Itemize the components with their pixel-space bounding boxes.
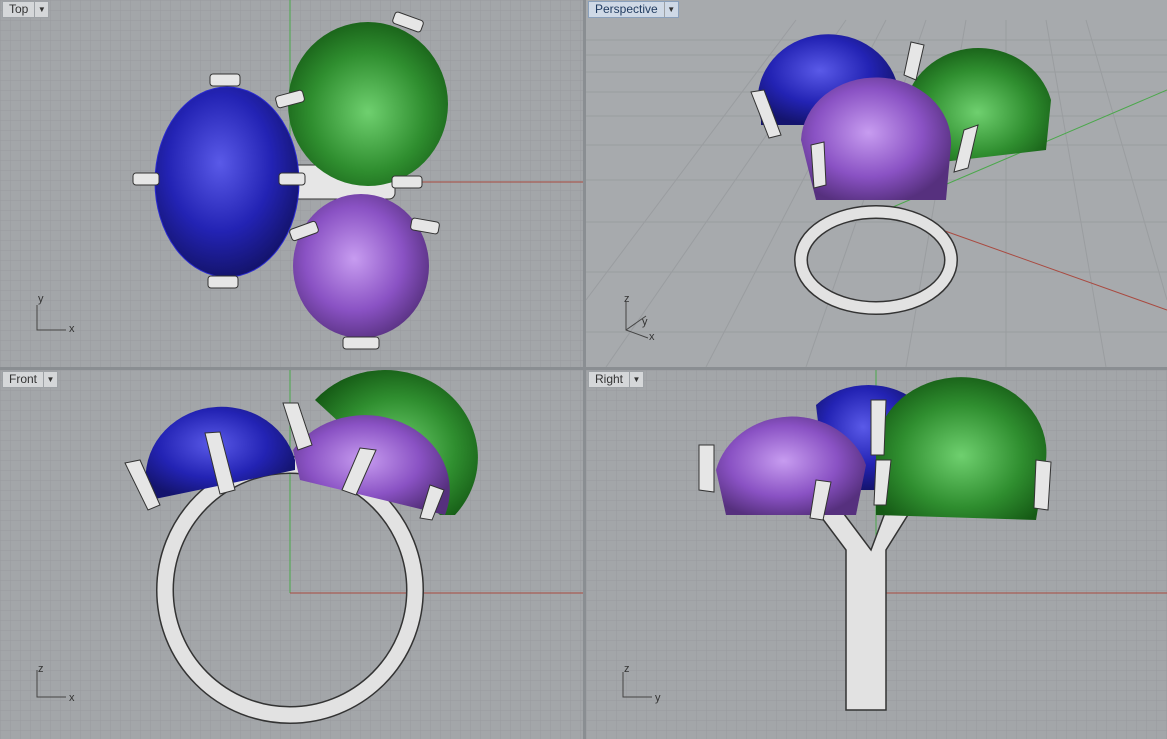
viewport-perspective[interactable]: z y x Perspective ▼ [586,0,1167,367]
svg-text:y: y [642,316,648,328]
viewport-title-right[interactable]: Right ▼ [588,371,645,388]
chevron-down-icon[interactable]: ▼ [43,372,57,387]
top-canvas[interactable]: y x [0,0,583,367]
viewport-front[interactable]: z x Front ▼ [0,370,583,739]
right-canvas[interactable]: z y [586,370,1167,739]
viewport-right[interactable]: z y Right ▼ [586,370,1167,739]
svg-text:x: x [69,323,75,335]
svg-text:z: z [624,663,630,675]
svg-text:z: z [624,293,630,305]
svg-text:y: y [38,293,44,305]
viewport-layout: y x Top ▼ z y x Perspective ▼ z x Front … [0,0,1167,739]
svg-text:z: z [38,663,44,675]
viewport-title-top[interactable]: Top ▼ [2,1,50,18]
front-canvas[interactable]: z x [0,370,583,739]
svg-text:y: y [655,692,661,704]
chevron-down-icon[interactable]: ▼ [663,2,678,17]
perspective-canvas[interactable]: z y x [586,0,1167,367]
viewport-title-front[interactable]: Front ▼ [2,371,59,388]
viewport-title-perspective[interactable]: Perspective ▼ [588,1,679,18]
chevron-down-icon[interactable]: ▼ [34,2,48,17]
viewport-top[interactable]: y x Top ▼ [0,0,583,367]
svg-text:x: x [69,692,75,704]
chevron-down-icon[interactable]: ▼ [629,372,643,387]
svg-text:x: x [649,331,655,343]
